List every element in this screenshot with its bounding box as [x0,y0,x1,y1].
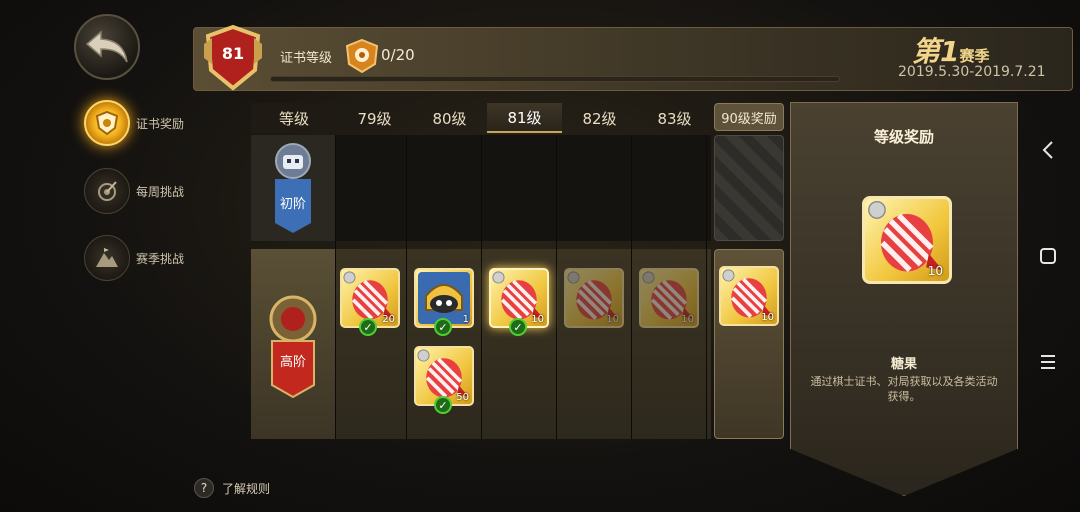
cert-progress-bar [270,76,840,82]
tab-level-90-reward[interactable]: 90级奖励 [714,103,784,131]
column-divider [481,135,482,439]
level-header-label: 等级 [251,103,337,133]
certificate-icon [84,100,130,146]
tab-level-80[interactable]: 80级 [412,103,487,133]
detail-item-description: 通过棋士证书、对局获取以及各类活动获得。 [810,375,998,403]
rules-label: 了解规则 [222,481,271,496]
rules-link[interactable]: ? 了解规则 [194,478,270,498]
tier-basic-panel: 初阶 [251,135,335,241]
tab-level-83[interactable]: 83级 [637,103,712,133]
sidebar-item-label: 赛季挑战 [136,251,185,266]
reward-candy-90[interactable]: 10 [719,266,779,326]
system-menu-icon[interactable] [1036,350,1060,374]
reward-count: 50 [456,392,469,403]
reward-detail-panel [790,102,1018,496]
level-header-row: 等级 79级 80级 81级 82级 83级 [251,103,787,133]
sidebar-item-cert-rewards[interactable]: 证书奖励 [84,100,184,146]
reward-count: 20 [382,314,395,325]
column-divider [706,135,707,439]
season-suffix: 赛季 [959,47,990,65]
reward-count: 10 [531,314,544,325]
back-button[interactable] [74,14,140,80]
tier-basic-label: 初阶 [279,197,306,212]
system-back-icon[interactable] [1036,138,1060,162]
claimed-check-icon: ✓ [434,318,452,336]
tier-advanced-panel: 高阶 [251,249,335,439]
advanced-banner-icon [269,295,317,399]
reward-candy-83[interactable]: 10 [639,268,699,328]
claimed-check-icon: ✓ [509,318,527,336]
tab-level-79[interactable]: 79级 [337,103,412,133]
column-divider [335,135,336,439]
tab-level-82[interactable]: 82级 [562,103,637,133]
basic-banner-icon [275,143,311,233]
reward-count: 10 [681,314,694,325]
detail-count: 10 [927,264,943,278]
reward-candy-82[interactable]: 10 [564,268,624,328]
claimed-check-icon: ✓ [359,318,377,336]
tier-advanced-label: 高阶 [279,355,306,370]
back-arrow-icon [85,30,128,63]
reward-count: 10 [606,314,619,325]
cert-progress: 0/20 [381,46,415,64]
claimed-check-icon: ✓ [434,396,452,414]
sidebar-item-label: 证书奖励 [136,116,185,131]
detail-title: 等级奖励 [873,128,934,146]
level-badge: 81 [200,24,266,92]
detail-reward-item: 10 [862,196,952,284]
level-number: 81 [221,44,245,63]
target-icon [84,168,130,214]
tab-level-81[interactable]: 81级 [487,103,562,133]
help-icon: ? [194,478,214,498]
level-90-basic-slot [714,135,784,241]
reward-count: 10 [761,312,774,323]
cert-level-label: 证书等级 [280,51,333,66]
sidebar-item-weekly[interactable]: 每周挑战 [84,168,184,214]
detail-item-name: 糖果 [890,357,917,372]
column-divider [631,135,632,439]
mountain-icon [84,235,130,281]
system-home-icon[interactable] [1036,244,1060,268]
column-divider [556,135,557,439]
season-dates: 2019.5.30-2019.7.21 [898,64,1046,80]
cert-token-icon [344,38,380,74]
sidebar-item-label: 每周挑战 [136,184,185,199]
sidebar-item-season[interactable]: 赛季挑战 [84,235,184,281]
reward-count: 1 [462,314,469,325]
column-divider [406,135,407,439]
